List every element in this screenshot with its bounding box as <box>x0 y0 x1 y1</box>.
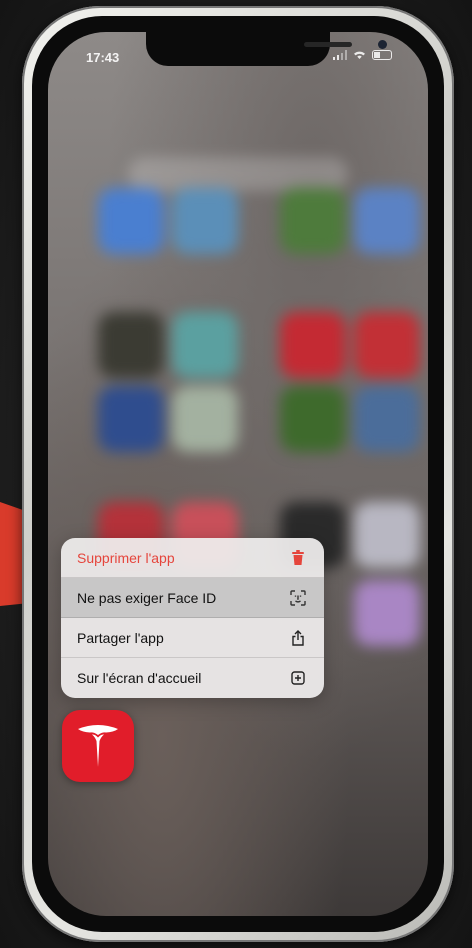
home-screen: 17:43 Supprimer l'app Ne pas exiger Face… <box>48 32 428 916</box>
menu-item-label: Sur l'écran d'accueil <box>77 670 202 686</box>
trash-icon <box>288 548 308 568</box>
front-camera <box>378 40 387 49</box>
tesla-logo-icon <box>78 725 118 767</box>
signal-icon <box>333 50 347 60</box>
status-icons <box>333 50 392 60</box>
battery-icon <box>372 50 392 60</box>
share-icon <box>288 628 308 648</box>
menu-item-disable-face-id[interactable]: Ne pas exiger Face ID <box>61 578 324 618</box>
menu-item-label: Supprimer l'app <box>77 549 175 566</box>
blurred-app-grid <box>48 32 428 916</box>
menu-item-delete-app[interactable]: Supprimer l'app <box>61 538 324 578</box>
add-to-home-icon <box>288 668 308 688</box>
status-time: 17:43 <box>86 50 120 65</box>
menu-item-label: Ne pas exiger Face ID <box>77 589 217 606</box>
app-context-menu: Supprimer l'app Ne pas exiger Face ID Pa… <box>61 538 324 698</box>
face-id-icon <box>288 588 308 608</box>
menu-item-share-app[interactable]: Partager l'app <box>61 618 324 658</box>
notch <box>146 32 387 66</box>
speaker <box>304 42 352 47</box>
menu-item-label: Partager l'app <box>77 629 164 646</box>
menu-item-show-on-home-screen[interactable]: Sur l'écran d'accueil <box>61 658 324 698</box>
tesla-app-icon[interactable] <box>62 710 134 782</box>
wifi-icon <box>354 51 365 59</box>
